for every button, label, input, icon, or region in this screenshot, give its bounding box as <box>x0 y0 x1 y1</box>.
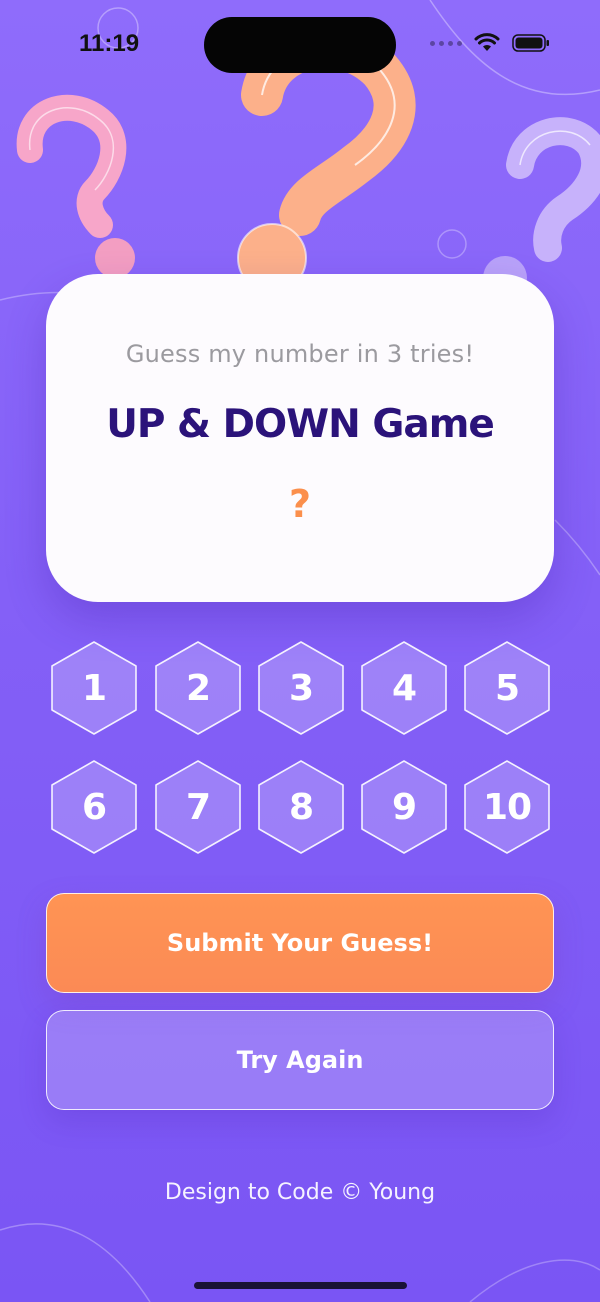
dynamic-island <box>204 17 396 73</box>
number-7-button[interactable]: 7 <box>150 759 246 855</box>
number-label: 10 <box>482 786 532 828</box>
submit-guess-button[interactable]: Submit Your Guess! <box>46 893 554 993</box>
number-label: 6 <box>81 786 107 828</box>
number-label: 5 <box>494 667 520 709</box>
number-label: 4 <box>391 667 417 709</box>
signal-icon <box>430 40 462 46</box>
number-label: 1 <box>81 667 107 709</box>
number-2-button[interactable]: 2 <box>150 640 246 736</box>
number-label: 2 <box>185 667 211 709</box>
status-time: 11:19 <box>79 30 140 57</box>
game-card: Guess my number in 3 tries! UP & DOWN Ga… <box>46 274 554 602</box>
number-10-button[interactable]: 10 <box>459 759 555 855</box>
number-1-button[interactable]: 1 <box>46 640 142 736</box>
number-8-button[interactable]: 8 <box>253 759 349 855</box>
number-label: 3 <box>288 667 314 709</box>
footer-credit: Design to Code © Young <box>164 1180 436 1205</box>
wifi-icon <box>474 33 500 53</box>
number-9-button[interactable]: 9 <box>356 759 452 855</box>
number-label: 7 <box>185 786 211 828</box>
number-4-button[interactable]: 4 <box>356 640 452 736</box>
number-3-button[interactable]: 3 <box>253 640 349 736</box>
status-bar: 11:19 <box>0 0 600 90</box>
number-label: 9 <box>391 786 417 828</box>
number-6-button[interactable]: 6 <box>46 759 142 855</box>
card-title: UP & DOWN Game <box>106 402 495 447</box>
number-label: 8 <box>288 786 314 828</box>
home-indicator[interactable] <box>194 1282 407 1289</box>
pink-question-mark-icon <box>16 94 135 278</box>
battery-icon <box>512 33 550 53</box>
number-5-button[interactable]: 5 <box>459 640 555 736</box>
answer-display: ? <box>288 482 312 526</box>
card-subtitle: Guess my number in 3 tries! <box>125 340 475 368</box>
try-again-button[interactable]: Try Again <box>46 1010 554 1110</box>
status-icons <box>430 33 550 53</box>
